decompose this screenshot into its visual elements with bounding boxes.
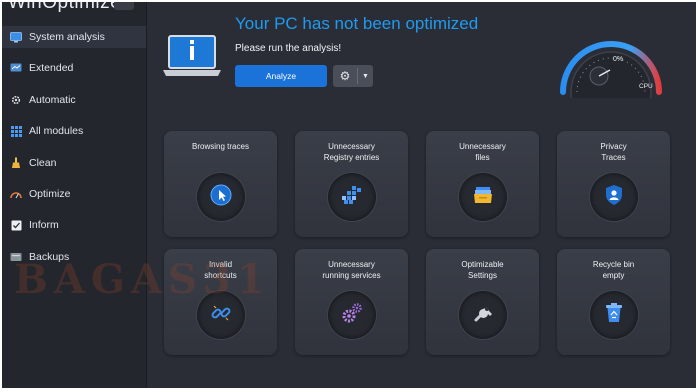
chevron-down-icon[interactable]: ▼	[358, 73, 373, 80]
tile-invalid-shortcuts[interactable]: Invalid shortcuts	[164, 249, 277, 355]
tile-unnecessary-files[interactable]: Unnecessary files	[426, 131, 539, 237]
tile-label: Optimizable Settings	[461, 260, 504, 280]
tile-recycle-bin-empty[interactable]: Recycle bin empty	[557, 249, 670, 355]
sidebar-item-extended[interactable]: Extended	[2, 57, 146, 79]
sidebar-item-clean[interactable]: Clean	[2, 152, 146, 174]
analysis-settings-button[interactable]: ⚙ ▼	[333, 65, 373, 87]
automatic-gear-icon	[10, 94, 22, 106]
sidebar-item-label: Clean	[29, 156, 57, 169]
sidebar-item-label: All modules	[29, 125, 84, 138]
tile-ring	[590, 173, 638, 221]
sidebar-item-label: Optimize	[29, 187, 71, 200]
gear-icon: ⚙	[339, 69, 351, 83]
grid-icon	[10, 125, 22, 137]
tile-label: Privacy Traces	[600, 142, 627, 162]
cursor-icon	[210, 184, 232, 211]
speedometer-icon	[10, 188, 22, 200]
tile-ring	[459, 291, 507, 339]
sidebar-item-label: Extended	[29, 62, 74, 75]
broom-icon	[10, 157, 22, 169]
files-folder-icon	[473, 186, 493, 209]
tile-ring	[328, 291, 376, 339]
analyze-button[interactable]: Analyze	[235, 65, 327, 87]
tile-privacy-traces[interactable]: Privacy Traces	[557, 131, 670, 237]
status-headline: Your PC has not been optimized	[235, 14, 479, 33]
tile-ring	[590, 291, 638, 339]
sidebar-item-all-modules[interactable]: All modules	[2, 120, 146, 142]
tile-ring	[197, 291, 245, 339]
tile-ring	[328, 173, 376, 221]
status-subline: Please run the analysis!	[235, 43, 342, 54]
tile-label: Browsing traces	[192, 142, 249, 151]
sidebar-item-inform[interactable]: Inform	[2, 214, 146, 236]
extended-icon	[10, 62, 22, 74]
tile-label: Recycle bin empty	[592, 260, 635, 280]
cpu-gauge: 0% CPU	[551, 18, 671, 133]
sidebar-item-automatic[interactable]: Automatic	[2, 89, 146, 111]
recycle-bin-icon	[605, 302, 623, 328]
tile-label: Unnecessary running services	[322, 260, 381, 280]
broken-link-icon	[210, 302, 232, 329]
tile-ring	[197, 173, 245, 221]
window-control[interactable]	[114, 2, 134, 10]
sidebar-item-label: Automatic	[29, 93, 76, 106]
gauge-caption: CPU	[639, 83, 653, 90]
sidebar: WinOptimizer System analysis Extended Au…	[2, 2, 146, 388]
checkbox-icon	[10, 219, 22, 231]
tile-optimizable-settings[interactable]: Optimizable Settings	[426, 249, 539, 355]
sidebar-nav: System analysis Extended Automatic All m…	[2, 26, 146, 277]
tile-label: Invalid shortcuts	[204, 260, 237, 280]
privacy-shield-icon	[605, 184, 623, 210]
gauge-value: 0%	[613, 56, 623, 63]
app-window: WinOptimizer System analysis Extended Au…	[2, 2, 696, 388]
app-title: WinOptimizer	[8, 2, 129, 13]
main-panel: Your PC has not been optimized Please ru…	[147, 2, 696, 388]
sidebar-item-optimize[interactable]: Optimize	[2, 183, 146, 205]
backup-drive-icon	[10, 251, 22, 263]
sidebar-item-label: Inform	[29, 219, 59, 232]
registry-blocks-icon	[342, 185, 362, 209]
sidebar-item-backups[interactable]: Backups	[2, 246, 146, 268]
tile-browsing-traces[interactable]: Browsing traces	[164, 131, 277, 237]
laptop-info-icon	[163, 34, 221, 78]
tile-unnecessary-registry-entries[interactable]: Unnecessary Registry entries	[295, 131, 408, 237]
sidebar-item-system-analysis[interactable]: System analysis	[2, 26, 146, 48]
tile-label: Unnecessary Registry entries	[323, 142, 380, 162]
screenshot-frame: WinOptimizer System analysis Extended Au…	[0, 0, 698, 392]
services-gears-icon	[341, 302, 363, 329]
tile-label: Unnecessary files	[459, 142, 506, 162]
system-analysis-icon	[10, 31, 22, 43]
sidebar-item-label: System analysis	[29, 31, 105, 43]
tile-unnecessary-running-services[interactable]: Unnecessary running services	[295, 249, 408, 355]
wrench-icon	[473, 303, 493, 328]
tile-ring	[459, 173, 507, 221]
sidebar-item-label: Backups	[29, 250, 70, 263]
